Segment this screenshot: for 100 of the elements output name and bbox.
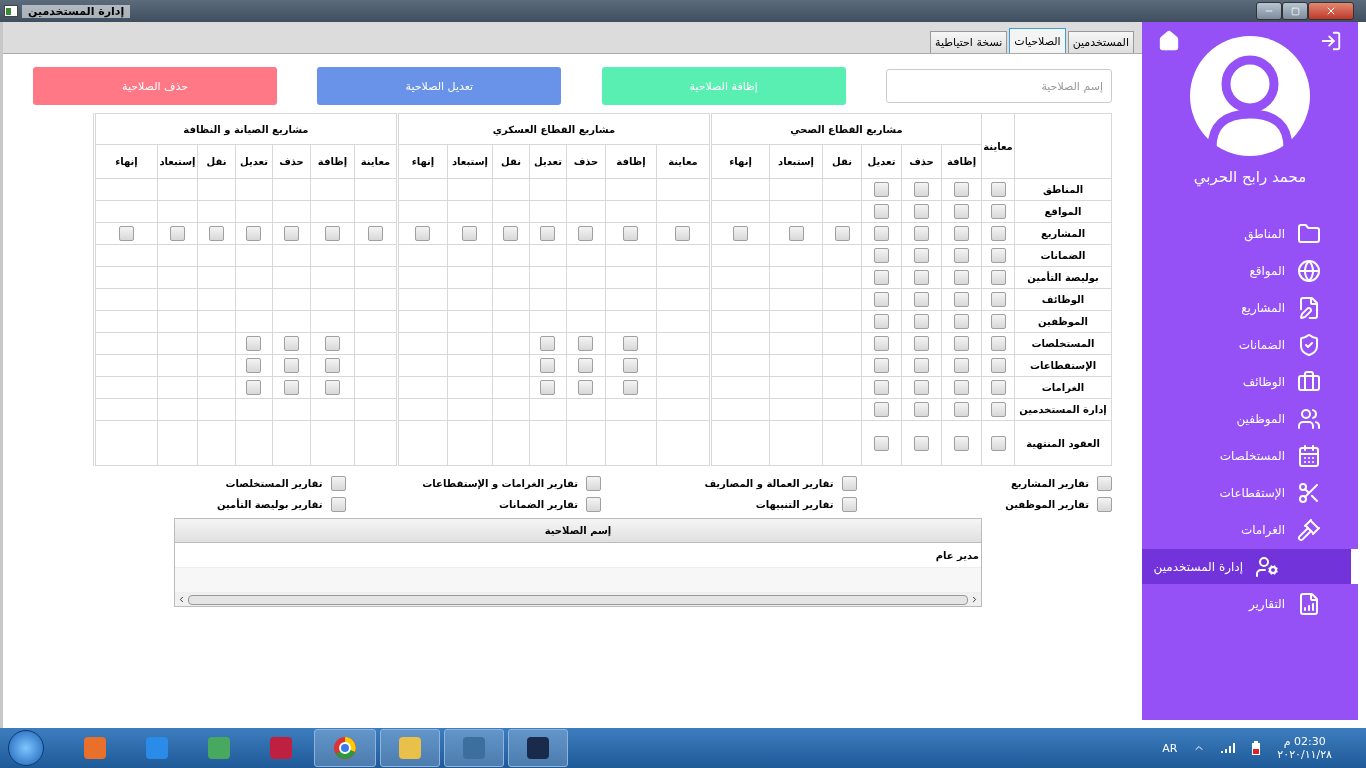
taskbar-app-button[interactable]	[508, 729, 568, 767]
clock[interactable]: 02:30 م ٢٠٢٠/١١/٢٨	[1277, 735, 1332, 761]
checkbox[interactable]	[954, 270, 969, 285]
sidebar-item[interactable]: التقارير	[1142, 586, 1351, 621]
checkbox[interactable]	[954, 226, 969, 241]
sidebar-item[interactable]: الغرامات	[1142, 512, 1351, 547]
checkbox[interactable]	[367, 226, 383, 241]
checkbox[interactable]	[586, 476, 601, 491]
checkbox[interactable]	[324, 358, 340, 373]
checkbox[interactable]	[914, 314, 929, 329]
sidebar-item[interactable]: المشاريع	[1142, 290, 1351, 325]
edit-permission-button[interactable]: تعديل الصلاحية	[317, 67, 562, 105]
checkbox[interactable]	[954, 358, 969, 373]
checkbox[interactable]	[954, 380, 969, 395]
checkbox[interactable]	[415, 226, 431, 241]
checkbox[interactable]	[990, 270, 1006, 285]
checkbox[interactable]	[914, 402, 929, 417]
checkbox[interactable]	[874, 358, 889, 373]
checkbox[interactable]	[578, 380, 594, 395]
checkbox[interactable]	[874, 380, 889, 395]
checkbox[interactable]	[874, 314, 889, 329]
checkbox[interactable]	[990, 248, 1006, 263]
checkbox[interactable]	[954, 182, 969, 197]
taskbar-app-button[interactable]	[314, 729, 376, 767]
close-button[interactable]	[1308, 2, 1354, 20]
checkbox[interactable]	[990, 380, 1006, 395]
checkbox[interactable]	[586, 497, 601, 512]
scroll-right-icon[interactable]	[970, 595, 979, 604]
checkbox[interactable]	[874, 292, 889, 307]
checkbox[interactable]	[874, 204, 889, 219]
checkbox[interactable]	[324, 336, 340, 351]
sidebar-item[interactable]: الإستقطاعات	[1142, 475, 1351, 510]
checkbox[interactable]	[990, 226, 1006, 241]
checkbox[interactable]	[954, 336, 969, 351]
checkbox[interactable]	[324, 226, 340, 241]
checkbox[interactable]	[990, 336, 1006, 351]
checkbox[interactable]	[914, 248, 929, 263]
checkbox[interactable]	[914, 182, 929, 197]
checkbox[interactable]	[246, 336, 262, 351]
checkbox[interactable]	[503, 226, 519, 241]
checkbox[interactable]	[874, 402, 889, 417]
checkbox[interactable]	[990, 204, 1006, 219]
checkbox[interactable]	[914, 292, 929, 307]
maximize-button[interactable]	[1282, 2, 1308, 20]
checkbox[interactable]	[1097, 476, 1112, 491]
checkbox[interactable]	[578, 358, 594, 373]
checkbox[interactable]	[283, 380, 299, 395]
sidebar-item[interactable]: إدارة المستخدمين	[1142, 549, 1358, 584]
language-indicator[interactable]: AR	[1162, 741, 1178, 755]
minimize-button[interactable]	[1256, 2, 1282, 20]
checkbox[interactable]	[914, 435, 929, 451]
checkbox[interactable]	[954, 314, 969, 329]
sidebar-item[interactable]: الضمانات	[1142, 327, 1351, 362]
checkbox[interactable]	[623, 380, 639, 395]
checkbox[interactable]	[623, 336, 639, 351]
checkbox[interactable]	[169, 226, 185, 241]
checkbox[interactable]	[623, 226, 639, 241]
tab[interactable]: نسخة احتياطية	[930, 31, 1008, 53]
checkbox[interactable]	[540, 226, 556, 241]
checkbox[interactable]	[990, 358, 1006, 373]
checkbox[interactable]	[874, 248, 889, 263]
checkbox[interactable]	[914, 380, 929, 395]
checkbox[interactable]	[578, 336, 594, 351]
checkbox[interactable]	[246, 226, 262, 241]
checkbox[interactable]	[283, 226, 299, 241]
sidebar-item[interactable]: الموظفين	[1142, 401, 1351, 436]
checkbox[interactable]	[990, 435, 1006, 451]
sidebar-item[interactable]: المناطق	[1142, 216, 1351, 251]
checkbox[interactable]	[246, 358, 262, 373]
checkbox[interactable]	[874, 182, 889, 197]
checkbox[interactable]	[874, 336, 889, 351]
checkbox[interactable]	[914, 270, 929, 285]
checkbox[interactable]	[283, 358, 299, 373]
delete-permission-button[interactable]: حذف الصلاحية	[33, 67, 277, 105]
checkbox[interactable]	[954, 292, 969, 307]
home-icon[interactable]	[1158, 30, 1180, 52]
checkbox[interactable]	[283, 336, 299, 351]
checkbox[interactable]	[540, 336, 556, 351]
signal-icon[interactable]	[1221, 743, 1236, 753]
checkbox[interactable]	[874, 435, 889, 451]
scrollbar-thumb[interactable]	[188, 594, 968, 605]
sidebar-item[interactable]: المواقع	[1142, 253, 1351, 288]
checkbox[interactable]	[246, 380, 262, 395]
checkbox[interactable]	[841, 497, 857, 512]
checkbox[interactable]	[540, 380, 556, 395]
checkbox[interactable]	[841, 476, 857, 491]
checkbox[interactable]	[990, 314, 1006, 329]
permission-name-field[interactable]: إسم الصلاحية	[886, 69, 1112, 103]
checkbox[interactable]	[914, 336, 929, 351]
checkbox[interactable]	[118, 226, 134, 241]
checkbox[interactable]	[462, 226, 478, 241]
checkbox[interactable]	[990, 182, 1006, 197]
checkbox[interactable]	[954, 204, 969, 219]
tab[interactable]: المستخدمين	[1067, 31, 1134, 53]
checkbox[interactable]	[540, 358, 556, 373]
checkbox[interactable]	[834, 226, 850, 241]
tab[interactable]: الصلاحيات	[1009, 28, 1066, 53]
checkbox[interactable]	[954, 248, 969, 263]
checkbox[interactable]	[914, 204, 929, 219]
checkbox[interactable]	[874, 270, 889, 285]
